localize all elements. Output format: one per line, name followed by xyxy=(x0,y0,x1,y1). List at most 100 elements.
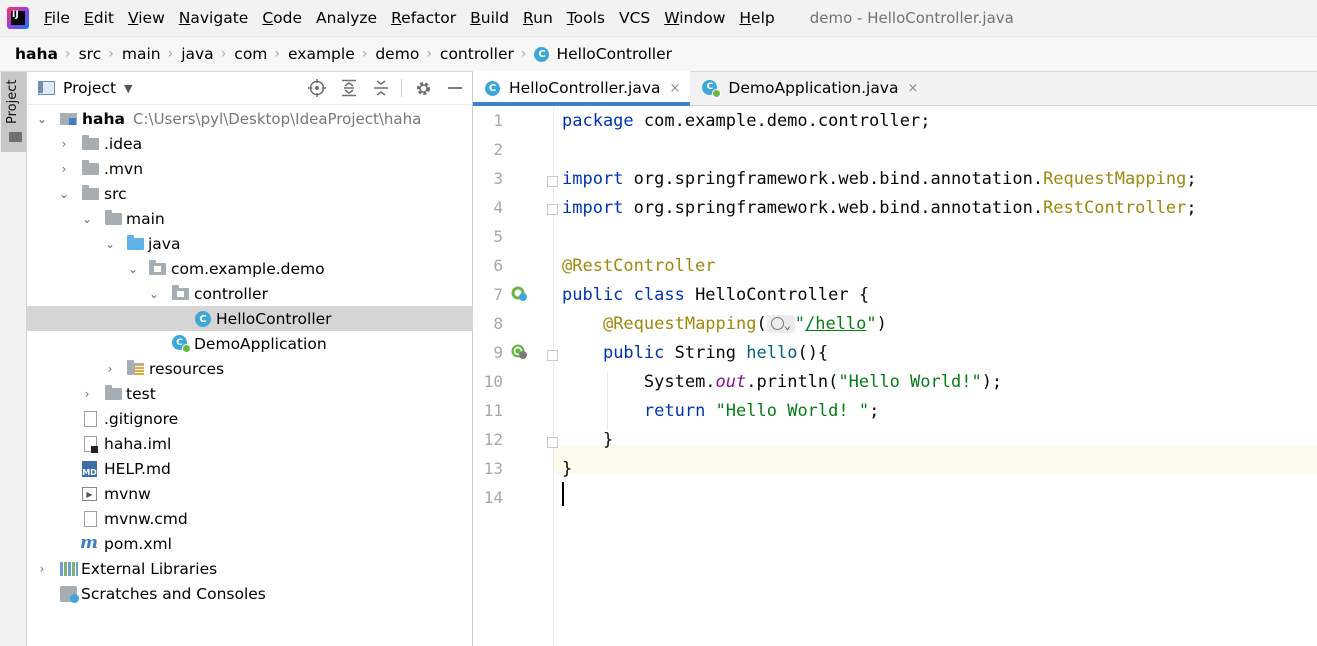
code-editor[interactable]: package com.example.demo.controller; imp… xyxy=(555,107,1317,646)
tab-label: DemoApplication.java xyxy=(728,79,899,97)
menu-run[interactable]: Run xyxy=(523,9,553,27)
menu-navigate[interactable]: Navigate xyxy=(179,9,249,27)
tree-item-label: DemoApplication xyxy=(194,334,327,353)
class-icon: C xyxy=(195,311,211,327)
tree-item-mvnw[interactable]: ▶ mvnw xyxy=(27,481,473,506)
markdown-file-icon: MD xyxy=(82,461,97,477)
menu-build[interactable]: Build xyxy=(470,9,509,27)
breadcrumb-item[interactable]: com xyxy=(234,45,267,63)
chevron-down-icon[interactable]: ⌄ xyxy=(81,212,93,226)
project-tool-label: Project xyxy=(5,79,20,124)
text-caret xyxy=(562,482,564,506)
project-tool-button[interactable]: Project xyxy=(1,72,26,152)
tree-item-label: .idea xyxy=(104,134,143,153)
folder-icon xyxy=(82,185,99,200)
chevron-down-icon[interactable]: ⌄ xyxy=(36,112,48,126)
breadcrumb: haha › src › main › java › com › example… xyxy=(0,36,1317,72)
line-number: 9 xyxy=(493,343,503,362)
tree-item-pom[interactable]: m pom.xml xyxy=(27,531,473,556)
tree-item-test[interactable]: › test xyxy=(27,381,473,406)
breadcrumb-current[interactable]: C HelloController xyxy=(534,45,672,63)
tree-item-hellocontroller[interactable]: C HelloController xyxy=(27,306,473,331)
spring-boot-class-icon: C xyxy=(172,335,191,353)
tree-item-resources[interactable]: › resources xyxy=(27,356,473,381)
menu-refactor[interactable]: Refactor xyxy=(391,9,456,27)
chevron-down-icon[interactable]: ⌄ xyxy=(104,237,116,251)
breadcrumb-item[interactable]: src xyxy=(79,45,102,63)
tree-item-external-libraries[interactable]: › External Libraries xyxy=(27,556,473,581)
tab-demoapplication[interactable]: C DemoApplication.java × xyxy=(690,71,928,105)
tree-item-src[interactable]: ⌄ src xyxy=(27,181,473,206)
web-endpoint-gutter-icon[interactable] xyxy=(511,343,528,360)
chevron-right-icon[interactable]: › xyxy=(104,362,116,376)
text-file-icon xyxy=(84,511,97,527)
folder-icon xyxy=(105,210,122,225)
menu-file[interactable]: File xyxy=(44,9,70,27)
breadcrumb-item[interactable]: controller xyxy=(440,45,514,63)
tree-item-package[interactable]: ⌄ com.example.demo xyxy=(27,256,473,281)
package-icon xyxy=(149,260,166,275)
url-link[interactable]: /hello xyxy=(805,314,866,334)
tree-item-help-md[interactable]: MD HELP.md xyxy=(27,456,473,481)
menu-vcs[interactable]: VCS xyxy=(619,9,650,27)
tree-item-gitignore[interactable]: .gitignore xyxy=(27,406,473,431)
tree-item-demoapplication[interactable]: C DemoApplication xyxy=(27,331,473,356)
menu-tools[interactable]: Tools xyxy=(567,9,605,27)
tree-item-mvn[interactable]: › .mvn xyxy=(27,156,473,181)
tree-item-haha[interactable]: ⌄ haha C:\Users\pyl\Desktop\IdeaProject\h… xyxy=(27,106,473,131)
breadcrumb-item[interactable]: demo xyxy=(375,45,419,63)
locate-icon[interactable] xyxy=(306,77,328,99)
tree-item-idea[interactable]: › .idea xyxy=(27,131,473,156)
menu-analyze[interactable]: Analyze xyxy=(316,9,377,27)
tree-item-iml[interactable]: haha.iml xyxy=(27,431,473,456)
chevron-right-icon[interactable]: › xyxy=(36,562,48,576)
tree-item-main[interactable]: ⌄ main xyxy=(27,206,473,231)
project-view-selector[interactable]: Project xyxy=(63,79,116,97)
tab-label: HelloController.java xyxy=(509,79,661,97)
menu-edit[interactable]: Edit xyxy=(84,9,114,27)
tree-item-controller[interactable]: ⌄ controller xyxy=(27,281,473,306)
menu-code[interactable]: Code xyxy=(262,9,302,27)
close-icon[interactable]: × xyxy=(670,81,681,96)
tree-item-label: HELP.md xyxy=(104,459,171,478)
tree-item-java[interactable]: ⌄ java xyxy=(27,231,473,256)
line-number: 7 xyxy=(493,285,503,304)
breadcrumb-item[interactable]: java xyxy=(181,45,213,63)
chevron-down-icon[interactable]: ⌄ xyxy=(127,262,139,276)
tree-item-scratches[interactable]: Scratches and Consoles xyxy=(27,581,473,606)
code-line-3: import org.springframework.web.bind.anno… xyxy=(562,169,1197,189)
code-line-8: @RequestMapping("/hello") xyxy=(562,310,887,340)
chevron-right-icon[interactable]: › xyxy=(58,137,70,151)
line-number: 12 xyxy=(483,430,503,449)
caret-down-icon[interactable]: ▼ xyxy=(124,82,132,95)
folder-icon xyxy=(105,385,122,400)
editor-gutter: 1 2 3 4 5 6 7 8 9 10 11 12 13 14 xyxy=(473,107,558,646)
minimize-icon[interactable] xyxy=(444,77,466,99)
expand-all-icon[interactable] xyxy=(338,77,360,99)
chevron-down-icon[interactable]: ⌄ xyxy=(58,187,70,201)
breadcrumb-item[interactable]: main xyxy=(122,45,161,63)
menu-help[interactable]: Help xyxy=(739,9,774,27)
globe-inlay-icon[interactable] xyxy=(766,311,795,340)
chevron-down-icon[interactable]: ⌄ xyxy=(148,287,160,301)
chevron-right-icon: › xyxy=(65,46,71,62)
chevron-right-icon[interactable]: › xyxy=(81,387,93,401)
menu-window[interactable]: Window xyxy=(664,9,725,27)
tree-item-mvnw-cmd[interactable]: mvnw.cmd xyxy=(27,506,473,531)
collapse-all-icon[interactable] xyxy=(370,77,392,99)
folder-icon xyxy=(9,132,22,142)
menu-view[interactable]: View xyxy=(128,9,165,27)
close-icon[interactable]: × xyxy=(907,81,918,96)
breadcrumb-item[interactable]: example xyxy=(288,45,355,63)
breadcrumb-root[interactable]: haha xyxy=(15,45,58,63)
tab-hellocontroller[interactable]: C HelloController.java × xyxy=(473,71,691,106)
line-number: 11 xyxy=(483,401,503,420)
tree-item-label: Scratches and Consoles xyxy=(81,584,266,603)
project-tree: ⌄ haha C:\Users\pyl\Desktop\IdeaProject\h… xyxy=(27,106,473,606)
tree-item-label: main xyxy=(126,209,165,228)
chevron-right-icon[interactable]: › xyxy=(58,162,70,176)
gear-icon[interactable] xyxy=(412,77,434,99)
class-icon: C xyxy=(534,46,550,62)
spring-bean-gutter-icon[interactable] xyxy=(511,285,528,302)
editor: C HelloController.java × C DemoApplicati… xyxy=(473,71,1317,646)
